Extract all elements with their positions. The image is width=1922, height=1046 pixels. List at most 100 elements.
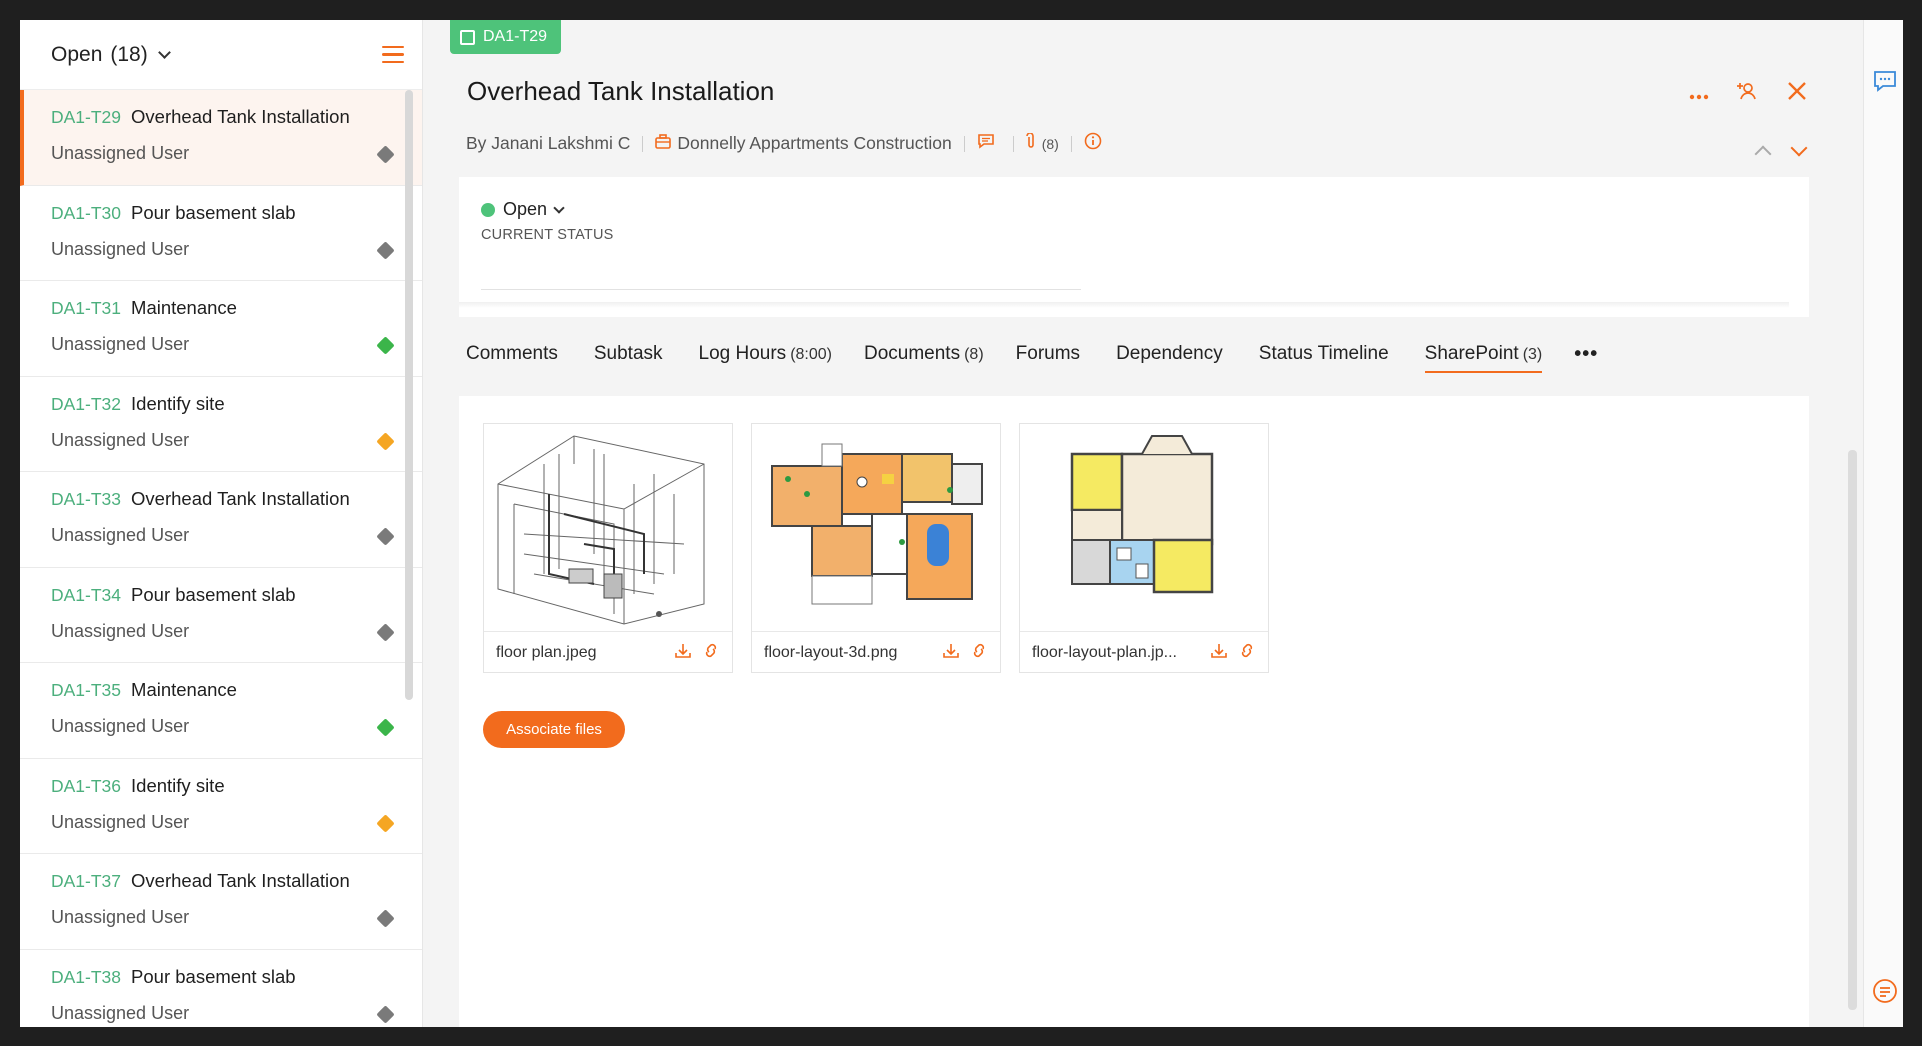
download-icon[interactable] — [942, 642, 960, 664]
task-list-item[interactable]: DA1-T31 Maintenance Unassigned User — [20, 281, 422, 377]
task-row: DA1-T32 Identify site — [51, 393, 391, 415]
status-dropdown[interactable]: Open — [481, 199, 565, 220]
task-owner[interactable]: Unassigned User — [51, 716, 391, 737]
file-name[interactable]: floor-layout-3d.png — [764, 644, 897, 662]
task-name[interactable]: Overhead Tank Installation — [131, 488, 350, 510]
tab-label: Documents — [863, 343, 961, 364]
task-id[interactable]: DA1-T38 — [51, 967, 121, 988]
status-filter-dropdown[interactable]: Open (18) — [51, 43, 171, 67]
task-owner[interactable]: Unassigned User — [51, 812, 391, 833]
task-name[interactable]: Pour basement slab — [131, 584, 296, 606]
task-id[interactable]: DA1-T36 — [51, 776, 121, 797]
list-scrollbar[interactable] — [405, 90, 413, 700]
tab-log-hours[interactable]: Log Hours (8:00) — [699, 343, 832, 373]
tab-forums[interactable]: Forums — [1016, 343, 1084, 373]
list-menu-icon[interactable] — [382, 45, 404, 64]
task-owner[interactable]: Unassigned User — [51, 430, 391, 451]
task-list-item[interactable]: DA1-T37 Overhead Tank Installation Unassig… — [20, 854, 422, 950]
task-name[interactable]: Identify site — [131, 393, 225, 415]
file-thumbnail[interactable] — [752, 424, 1000, 632]
task-actions — [1689, 80, 1807, 106]
tab-status-timeline[interactable]: Status Timeline — [1259, 343, 1393, 373]
task-list-item[interactable]: DA1-T38 Pour basement slab Unassigned User — [20, 949, 422, 1027]
detail-scrollbar[interactable] — [1848, 450, 1857, 1010]
sharepoint-content: floor plan.jpeg floor-layout-3d.png floo… — [459, 396, 1809, 1027]
task-row: DA1-T35 Maintenance — [51, 679, 391, 701]
task-owner[interactable]: Unassigned User — [51, 525, 391, 546]
task-list-item[interactable]: DA1-T36 Identify site Unassigned User — [20, 758, 422, 854]
task-id[interactable]: DA1-T37 — [51, 871, 121, 892]
attachment-count: (8) — [1041, 135, 1059, 152]
task-name[interactable]: Maintenance — [131, 679, 237, 701]
task-owner[interactable]: Unassigned User — [51, 239, 391, 260]
detail-tabs: Comments Subtask Log Hours (8:00) Documents(… — [423, 320, 1809, 396]
task-list-item[interactable]: DA1-T33 Overhead Tank Installation Unassig… — [20, 472, 422, 568]
task-list-item[interactable]: DA1-T30 Pour basement slab Unassigned User — [20, 185, 422, 281]
task-list-item[interactable]: DA1-T35 Maintenance Unassigned User — [20, 663, 422, 759]
associate-files-button[interactable]: Associate files — [483, 711, 625, 748]
task-list-item[interactable]: DA1-T29 Overhead Tank Installation Unassig… — [20, 90, 422, 186]
tab-comments[interactable]: Comments — [466, 343, 562, 373]
status-label: CURRENT STATUS — [481, 227, 614, 243]
status-value: Open — [503, 199, 548, 219]
task-name[interactable]: Pour basement slab — [131, 966, 296, 988]
file-card[interactable]: floor plan.jpeg — [483, 423, 733, 673]
unlink-icon[interactable] — [702, 642, 720, 664]
download-icon[interactable] — [1210, 642, 1228, 664]
task-name[interactable]: Overhead Tank Installation — [131, 106, 350, 128]
more-tabs-icon[interactable]: ••• — [1574, 343, 1598, 366]
task-id[interactable]: DA1-T32 — [51, 394, 121, 415]
task-owner[interactable]: Unassigned User — [51, 621, 391, 642]
task-owner[interactable]: Unassigned User — [51, 143, 391, 164]
task-check-icon — [460, 29, 475, 45]
task-title[interactable]: Overhead Tank Installation — [467, 76, 774, 107]
file-thumbnail[interactable] — [1020, 424, 1268, 632]
briefcase-icon — [655, 133, 672, 154]
task-name[interactable]: Maintenance — [131, 297, 237, 319]
file-name[interactable]: floor plan.jpeg — [496, 644, 597, 662]
previous-task-icon[interactable] — [1754, 145, 1772, 163]
file-thumbnail[interactable] — [484, 424, 732, 632]
task-owner[interactable]: Unassigned User — [51, 907, 391, 928]
task-id[interactable]: DA1-T35 — [51, 680, 121, 701]
tab-dependency[interactable]: Dependency — [1116, 343, 1227, 373]
close-icon[interactable] — [1787, 81, 1807, 105]
task-owner[interactable]: Unassigned User — [51, 334, 391, 355]
task-list-panel: Open (18) DA1-T29 Overhead Tank Installat… — [20, 20, 423, 1027]
tab-documents[interactable]: Documents (8) — [864, 343, 984, 373]
task-id[interactable]: DA1-T33 — [51, 489, 121, 510]
task-id[interactable]: DA1-T29 — [51, 107, 121, 128]
task-list-item[interactable]: DA1-T32 Identify site Unassigned User — [20, 376, 422, 472]
tab-label: Log Hours — [698, 343, 787, 364]
tab-subtask[interactable]: Subtask — [594, 343, 667, 373]
task-name[interactable]: Overhead Tank Installation — [131, 870, 350, 892]
comment-icon[interactable] — [977, 133, 995, 154]
file-name[interactable]: floor-layout-plan.jp... — [1032, 644, 1177, 662]
task-detail-panel: DA1-T29 Overhead Tank Installation By Ja… — [423, 20, 1863, 1027]
tab-sharepoint[interactable]: SharePoint (3) — [1424, 343, 1543, 373]
assign-user-icon[interactable] — [1737, 80, 1759, 106]
more-options-icon[interactable] — [1689, 82, 1709, 104]
file-card[interactable]: floor-layout-plan.jp... — [1019, 423, 1269, 673]
unlink-icon[interactable] — [1238, 642, 1256, 664]
task-name[interactable]: Pour basement slab — [131, 202, 296, 224]
task-id[interactable]: DA1-T31 — [51, 298, 121, 319]
task-name[interactable]: Identify site — [131, 775, 225, 797]
task-owner[interactable]: Unassigned User — [51, 1003, 391, 1024]
download-icon[interactable] — [674, 642, 692, 664]
project-link[interactable]: Donnelly Appartments Construction — [677, 133, 951, 154]
task-id[interactable]: DA1-T30 — [51, 203, 121, 224]
info-icon[interactable] — [1084, 132, 1102, 155]
divider — [642, 135, 644, 152]
feedback-icon[interactable] — [1872, 978, 1898, 1004]
tab-label: SharePoint — [1424, 343, 1519, 364]
task-author: By Janani Lakshmi C — [466, 133, 631, 153]
app-frame: Open (18) DA1-T29 Overhead Tank Installat… — [0, 0, 1922, 1046]
next-task-icon[interactable] — [1790, 139, 1808, 157]
chat-icon[interactable] — [1872, 68, 1898, 94]
task-id[interactable]: DA1-T34 — [51, 585, 121, 606]
attachment-icon[interactable] — [1025, 131, 1036, 155]
unlink-icon[interactable] — [970, 642, 988, 664]
task-list-item[interactable]: DA1-T34 Pour basement slab Unassigned User — [20, 567, 422, 663]
file-card[interactable]: floor-layout-3d.png — [751, 423, 1001, 673]
